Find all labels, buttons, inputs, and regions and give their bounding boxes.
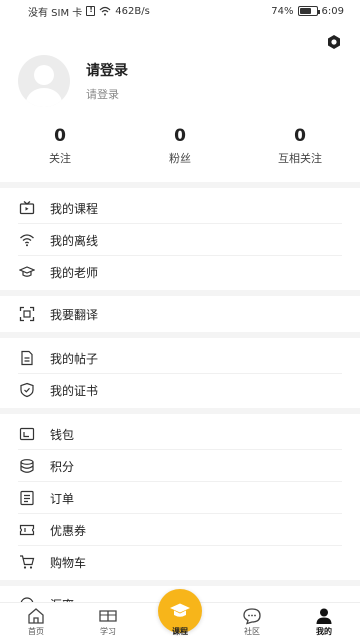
book-icon: [99, 610, 117, 622]
menu-label: 我要翻译: [50, 307, 99, 322]
section-gap: [0, 332, 360, 338]
scan-translate-icon: [19, 306, 35, 322]
battery-percent: 74%: [271, 5, 294, 17]
menu-item-translate[interactable]: 我要翻译: [0, 298, 360, 330]
menu-item-my-certificates[interactable]: 我的证书: [0, 374, 360, 406]
stat-following[interactable]: 0 关注: [0, 126, 120, 166]
home-icon: [28, 608, 44, 624]
coins-stack-icon: [20, 459, 34, 473]
tab-home-label: 首页: [28, 627, 44, 636]
menu-item-cart[interactable]: 购物车: [0, 546, 360, 578]
menu-item-my-posts[interactable]: 我的帖子: [0, 342, 360, 374]
stats-row: 0 关注 0 粉丝 0 互相关注: [0, 126, 360, 166]
wifi-status-icon: [99, 6, 111, 16]
section-gap: [0, 580, 360, 586]
graduation-cap-icon: [170, 603, 190, 617]
login-subtitle: 请登录: [86, 88, 119, 101]
menu-item-orders[interactable]: 订单: [0, 482, 360, 514]
bottom-tab-bar: 首页 学习 课程 社区 我的: [0, 589, 360, 640]
cart-icon: [20, 555, 35, 569]
menu-label: 钱包: [50, 427, 75, 442]
tv-icon: [19, 201, 35, 215]
stat-followers[interactable]: 0 粉丝: [120, 126, 240, 166]
stat-followers-count: 0: [174, 126, 186, 146]
menu-item-my-teachers[interactable]: 我的老师: [0, 256, 360, 288]
tab-study-label: 学习: [100, 627, 116, 636]
tab-community[interactable]: 社区: [216, 603, 288, 640]
wifi-icon: [20, 234, 34, 247]
menu-item-wallet[interactable]: 钱包: [0, 418, 360, 450]
document-icon: [21, 350, 33, 366]
stat-followers-label: 粉丝: [169, 152, 191, 165]
clock: 6:09: [321, 5, 344, 17]
stat-mutual-label: 互相关注: [278, 152, 322, 165]
tab-home[interactable]: 首页: [0, 603, 72, 640]
tab-study[interactable]: 学习: [72, 603, 144, 640]
menu-label: 积分: [50, 459, 75, 474]
section-gap: [0, 182, 360, 188]
carrier-text: 没有 SIM 卡: [28, 7, 83, 19]
menu-item-my-offline[interactable]: 我的离线: [0, 224, 360, 256]
login-title[interactable]: 请登录: [86, 60, 128, 80]
stat-following-count: 0: [54, 126, 66, 146]
stat-mutual[interactable]: 0 互相关注: [240, 126, 360, 166]
battery-icon: [297, 6, 320, 16]
tab-course-label: 课程: [172, 627, 188, 636]
menu-label: 我的证书: [50, 383, 99, 398]
tab-mine[interactable]: 我的: [288, 603, 360, 640]
menu-label: 我的课程: [50, 201, 99, 216]
menu-label: 我的帖子: [50, 351, 99, 366]
list-document-icon: [20, 490, 34, 506]
menu-label: 购物车: [50, 555, 87, 570]
tab-mine-label: 我的: [316, 627, 332, 636]
tab-community-label: 社区: [244, 627, 260, 636]
menu-label: 我的离线: [50, 233, 99, 248]
menu-item-coupons[interactable]: 优惠券: [0, 514, 360, 546]
chat-bubble-icon: [243, 608, 261, 625]
menu-label: 订单: [50, 491, 75, 506]
ticket-icon: [19, 524, 35, 536]
status-bar: 没有 SIM 卡 462B/s 74% 6:09: [0, 0, 360, 22]
stat-mutual-count: 0: [294, 126, 306, 146]
shield-badge-icon: [20, 382, 34, 398]
user-icon: [316, 608, 332, 624]
graduation-cap-icon: [19, 266, 35, 277]
menu-item-points[interactable]: 积分: [0, 450, 360, 482]
menu-label: 我的老师: [50, 265, 99, 280]
settings-icon[interactable]: [326, 34, 342, 50]
wallet-icon: [19, 427, 35, 441]
menu-item-my-courses[interactable]: 我的课程: [0, 192, 360, 224]
sim-alert-icon: [86, 5, 96, 16]
section-gap: [0, 290, 360, 296]
menu-label: 优惠券: [50, 523, 87, 538]
avatar[interactable]: [18, 55, 70, 107]
tab-course[interactable]: 课程: [144, 589, 216, 640]
section-gap: [0, 408, 360, 414]
network-speed: 462B/s: [115, 5, 150, 17]
stat-following-label: 关注: [49, 152, 71, 165]
profile-header[interactable]: 请登录 请登录: [18, 55, 128, 107]
